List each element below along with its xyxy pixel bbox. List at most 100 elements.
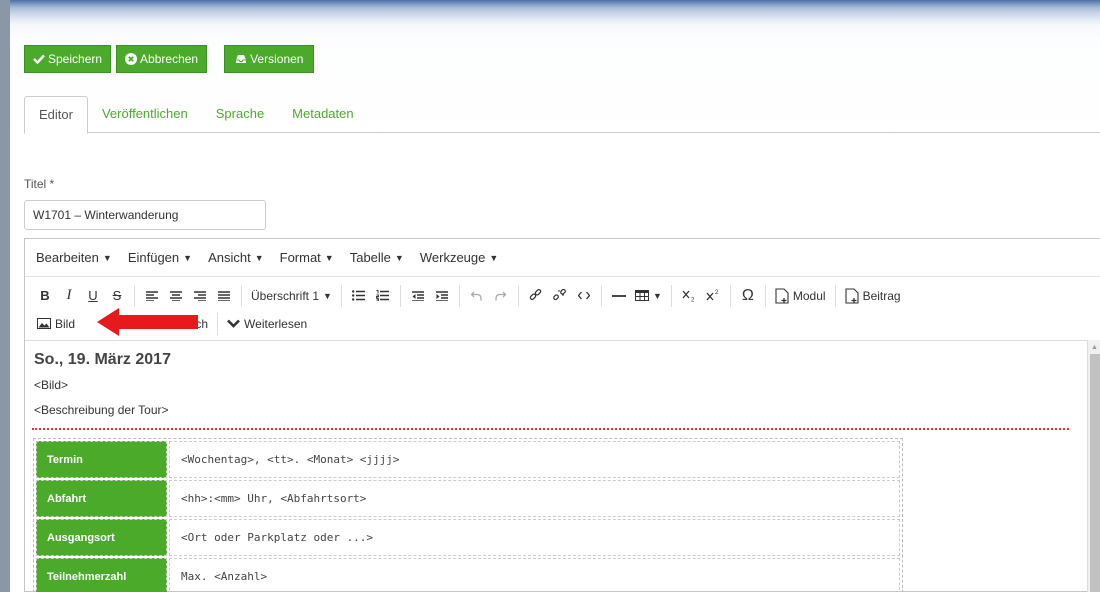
table-row: Termin <Wochentag>, <tt>. <Monat> <jjjj>	[36, 441, 900, 478]
tab-metadata[interactable]: Metadaten	[278, 96, 367, 132]
caret-down-icon: ▼	[254, 252, 264, 263]
toolbar-separator	[340, 284, 342, 307]
chevron-down-icon	[227, 319, 240, 328]
table-value-cell: Max. <Anzahl>	[169, 558, 900, 592]
table-key-cell: Teilnehmerzahl	[36, 558, 167, 592]
svg-text:2: 2	[691, 298, 695, 303]
editor-menubar: Bearbeiten ▼ Einfügen ▼ Ansicht ▼ Format ▼ T…	[25, 239, 1100, 277]
omega-icon: Ω	[741, 286, 754, 304]
readmore-label: Weiterlesen	[244, 316, 308, 331]
menu-edit-label: Bearbeiten	[36, 250, 99, 265]
caret-down-icon: ▼	[652, 290, 662, 301]
image-icon	[37, 318, 51, 329]
menu-table[interactable]: Tabelle ▼	[350, 250, 404, 265]
image-button[interactable]: Bild	[33, 312, 79, 336]
versions-label: Versionen	[250, 52, 304, 66]
toolbar-separator	[241, 284, 242, 307]
caret-down-icon: ▼	[323, 290, 332, 301]
menu-insert-label: Einfügen	[127, 250, 180, 265]
bullet-list-button[interactable]	[347, 284, 371, 308]
menu-view[interactable]: Ansicht ▼	[208, 250, 264, 265]
italic-button[interactable]: I	[57, 284, 81, 308]
tab-bar: Editor Veröffentlichen Sprache Metadaten	[24, 96, 1100, 134]
subscript-button[interactable]: 2	[677, 284, 701, 308]
table-key-cell: Termin	[36, 441, 167, 478]
table-button[interactable]: ▼	[631, 284, 666, 308]
tab-language[interactable]: Sprache	[202, 96, 278, 132]
link-button[interactable]	[524, 284, 548, 308]
undo-button[interactable]	[465, 284, 489, 308]
module-button[interactable]: Modul	[771, 284, 830, 308]
tab-publish[interactable]: Veröffentlichen	[88, 96, 202, 132]
horizontal-rule-button[interactable]	[607, 284, 631, 308]
underline-label: U	[88, 288, 98, 303]
cancel-label: Abbrechen	[140, 52, 199, 66]
versions-button[interactable]: Versionen	[224, 45, 315, 73]
unlink-button[interactable]	[548, 284, 572, 308]
save-button[interactable]: Speichern	[24, 45, 112, 73]
outdent-button[interactable]	[406, 284, 430, 308]
menu-edit[interactable]: Bearbeiten ▼	[36, 250, 112, 265]
redo-button[interactable]	[489, 284, 513, 308]
rich-text-editor: Bearbeiten ▼ Einfügen ▼ Ansicht ▼ Format ▼ T…	[24, 238, 1100, 592]
check-icon	[33, 54, 45, 64]
link-icon	[530, 289, 542, 301]
archive-icon	[236, 55, 247, 63]
align-center-button[interactable]	[164, 284, 188, 308]
save-label: Speichern	[48, 52, 103, 66]
toolbar-separator	[834, 284, 836, 307]
source-code-button[interactable]	[572, 284, 596, 308]
red-arrow-annotation	[97, 308, 198, 336]
article-button[interactable]: Beitrag	[841, 284, 905, 308]
editor-content[interactable]: So., 19. März 2017 <Bild> <Beschreibung …	[25, 340, 1087, 592]
table-icon	[634, 290, 649, 301]
tour-table: Termin <Wochentag>, <tt>. <Monat> <jjjj>…	[33, 438, 903, 592]
cancel-button[interactable]: Abbrechen	[116, 45, 208, 73]
caret-down-icon: ▼	[183, 252, 193, 263]
bold-button[interactable]: B	[33, 284, 57, 308]
numbered-list-button[interactable]	[371, 284, 395, 308]
unlink-icon	[553, 289, 567, 301]
document-add-icon	[775, 287, 789, 304]
menu-tools-label: Werkzeuge	[419, 250, 486, 265]
caret-down-icon: ▼	[324, 252, 334, 263]
align-right-button[interactable]	[188, 284, 212, 308]
indent-icon	[435, 290, 448, 301]
strikethrough-button[interactable]: S	[105, 284, 129, 308]
toolbar-separator	[458, 284, 460, 307]
document-add-icon	[845, 287, 859, 304]
table-row: Abfahrt <hh>:<mm> Uhr, <Abfahrtsort>	[36, 480, 900, 517]
menu-format[interactable]: Format ▼	[280, 250, 334, 265]
indent-button[interactable]	[430, 284, 454, 308]
editor-scrollbar[interactable]: ▲	[1087, 340, 1100, 592]
window-edge	[0, 0, 10, 592]
menu-insert[interactable]: Einfügen ▼	[128, 250, 192, 265]
align-left-button[interactable]	[140, 284, 164, 308]
title-input[interactable]	[24, 200, 266, 230]
article-label: Beitrag	[862, 288, 901, 303]
align-center-icon	[170, 290, 182, 301]
tab-editor[interactable]: Editor	[24, 96, 88, 134]
scroll-up-icon[interactable]: ▲	[1091, 344, 1098, 351]
menu-tools[interactable]: Werkzeuge ▼	[420, 250, 498, 265]
image-label: Bild	[55, 316, 76, 331]
heading-select[interactable]: Überschrift 1 ▼	[247, 284, 336, 308]
image-placeholder: <Bild>	[34, 378, 69, 392]
date-heading: So., 19. März 2017	[34, 351, 171, 368]
align-justify-button[interactable]	[212, 284, 236, 308]
close-circle-icon	[125, 53, 138, 65]
table-value-cell: <Ort oder Parkplatz oder ...>	[169, 519, 900, 556]
scrollbar-thumb[interactable]	[1090, 354, 1100, 592]
superscript-button[interactable]: 2	[701, 284, 725, 308]
special-character-button[interactable]: Ω	[736, 284, 760, 308]
table-key-cell: Abfahrt	[36, 480, 167, 517]
menu-format-label: Format	[279, 250, 321, 265]
underline-button[interactable]: U	[81, 284, 105, 308]
table-key-cell: Ausgangsort	[36, 519, 167, 556]
italic-label: I	[66, 287, 72, 303]
toolbar-separator	[764, 284, 766, 307]
caret-down-icon: ▼	[489, 252, 499, 263]
readmore-button[interactable]: Weiterlesen	[223, 312, 311, 336]
align-left-icon	[146, 290, 158, 301]
table-row: Ausgangsort <Ort oder Parkplatz oder ...…	[36, 519, 900, 556]
